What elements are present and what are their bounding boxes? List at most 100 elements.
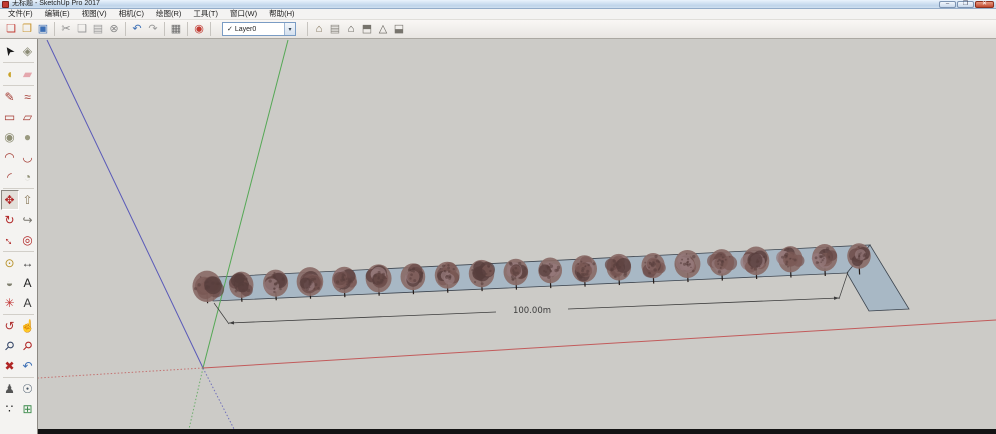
- right-view-button[interactable]: ⬒: [359, 21, 375, 37]
- chevron-down-icon[interactable]: ▾: [284, 23, 295, 35]
- erase-button[interactable]: ⊗: [106, 21, 122, 37]
- layer-dropdown[interactable]: ✓Layer0▾: [222, 22, 296, 36]
- check-icon: ✓: [223, 25, 235, 33]
- follow-me-tool[interactable]: ↪: [19, 210, 37, 230]
- front-view-icon: ⌂: [348, 22, 355, 36]
- dimension-witness-left: [214, 303, 229, 324]
- polygon-tool[interactable]: ●: [19, 127, 37, 147]
- model-info-button[interactable]: ◉: [191, 21, 207, 37]
- two-point-arc-tool[interactable]: ◡: [19, 147, 37, 167]
- orbit-tool[interactable]: ↺: [1, 316, 19, 336]
- follow-me-icon: ↪: [22, 212, 32, 228]
- rotated-rectangle-icon: ▱: [23, 109, 32, 125]
- palette-separator: [3, 251, 34, 252]
- undo-button[interactable]: ↶: [129, 21, 145, 37]
- make-component-tool[interactable]: ◈: [19, 41, 37, 61]
- menu-item-1[interactable]: 编辑(E): [39, 9, 76, 19]
- palette-separator: [3, 85, 34, 86]
- freehand-icon: ≈: [24, 89, 31, 105]
- window-title: 无标题 - SketchUp Pro 2017: [12, 0, 100, 8]
- three-point-arc-tool[interactable]: ◜: [1, 167, 19, 187]
- pan-tool[interactable]: ☝: [19, 316, 37, 336]
- move-tool[interactable]: ✥: [1, 190, 19, 210]
- zoom-window-icon: ⚲: [19, 337, 37, 355]
- dimension-line-left: [229, 312, 496, 323]
- rectangle-tool[interactable]: ▭: [1, 107, 19, 127]
- menu-item-6[interactable]: 窗口(W): [224, 9, 263, 19]
- circle-tool[interactable]: ◉: [1, 127, 19, 147]
- scale-tool[interactable]: ↔: [1, 230, 19, 250]
- print-button[interactable]: ▦: [168, 21, 184, 37]
- dimension-tool[interactable]: ↔: [19, 253, 37, 273]
- zoom-icon: ⚲: [1, 337, 19, 355]
- left-view-button[interactable]: ⬓: [391, 21, 407, 37]
- close-button[interactable]: ✕: [975, 1, 994, 8]
- green-axis: [203, 40, 288, 368]
- top-view-icon: ▤: [330, 22, 340, 36]
- scale-icon: ↔: [0, 230, 19, 250]
- paint-bucket-icon: ◖: [6, 66, 13, 82]
- menu-item-5[interactable]: 工具(T): [187, 9, 224, 19]
- text-tool[interactable]: A: [19, 273, 37, 293]
- eraser-icon: ▰: [23, 66, 32, 82]
- menu-item-3[interactable]: 相机(C): [113, 9, 150, 19]
- look-around-tool[interactable]: ☉: [19, 379, 37, 399]
- walk-tool[interactable]: ∵: [1, 399, 19, 419]
- three-d-text-tool[interactable]: A: [19, 293, 37, 313]
- rotate-tool[interactable]: ↻: [1, 210, 19, 230]
- model-viewport[interactable]: 100.00m: [38, 39, 996, 429]
- paste-button[interactable]: ▤: [90, 21, 106, 37]
- zoom-tool[interactable]: ⚲: [1, 336, 19, 356]
- redo-button[interactable]: ↷: [145, 21, 161, 37]
- cut-button[interactable]: ✂: [58, 21, 74, 37]
- open-button[interactable]: ❐: [19, 21, 35, 37]
- sketchup-window: 无标题 - SketchUp Pro 2017 – ❐ ✕ 文件(F)编辑(E)…: [0, 0, 996, 434]
- arc-tool[interactable]: ◠: [1, 147, 19, 167]
- push-pull-tool[interactable]: ⇧: [19, 190, 37, 210]
- red-axis-dotted: [38, 368, 203, 378]
- menu-item-4[interactable]: 绘图(R): [150, 9, 187, 19]
- menu-item-7[interactable]: 帮助(H): [263, 9, 300, 19]
- position-camera-tool[interactable]: ♟: [1, 379, 19, 399]
- menu-item-2[interactable]: 视图(V): [76, 9, 113, 19]
- rotated-rectangle-tool[interactable]: ▱: [19, 107, 37, 127]
- two-point-arc-icon: ◡: [22, 149, 32, 165]
- save-button[interactable]: ▣: [35, 21, 51, 37]
- right-view-icon: ⬒: [362, 22, 372, 36]
- dimension-witness-right: [839, 272, 848, 299]
- pan-icon: ☝: [20, 318, 35, 334]
- top-view-button[interactable]: ▤: [327, 21, 343, 37]
- select-tool[interactable]: ➤: [1, 41, 19, 61]
- tape-measure-tool[interactable]: ⊙: [1, 253, 19, 273]
- front-view-button[interactable]: ⌂: [343, 21, 359, 37]
- iso-view-button[interactable]: ⌂: [311, 21, 327, 37]
- section-plane-tool[interactable]: ⊞: [19, 399, 37, 419]
- left-view-icon: ⬓: [394, 22, 404, 36]
- line-tool[interactable]: ✎: [1, 87, 19, 107]
- dimension-line-right: [568, 298, 839, 309]
- new-button[interactable]: ❏: [3, 21, 19, 37]
- section-plane-icon: ⊞: [22, 401, 32, 417]
- copy-button[interactable]: ❑: [74, 21, 90, 37]
- zoom-window-tool[interactable]: ⚲: [19, 336, 37, 356]
- pie-tool[interactable]: ◔: [19, 167, 37, 187]
- eraser-tool[interactable]: ▰: [19, 64, 37, 84]
- pie-icon: ◔: [24, 169, 31, 185]
- rectangle-icon: ▭: [4, 109, 15, 125]
- arc-icon: ◠: [4, 149, 14, 165]
- zoom-extents-tool[interactable]: ✖: [1, 356, 19, 376]
- main-toolbar: ❏❐▣✂❑▤⊗↶↷▦◉✓Layer0▾⌂▤⌂⬒△⬓: [0, 20, 996, 39]
- offset-tool[interactable]: ◎: [19, 230, 37, 250]
- freehand-tool[interactable]: ≈: [19, 87, 37, 107]
- protractor-tool[interactable]: ◒: [1, 273, 19, 293]
- back-view-button[interactable]: △: [375, 21, 391, 37]
- axes-tool[interactable]: ✳: [1, 293, 19, 313]
- previous-tool[interactable]: ↶: [19, 356, 37, 376]
- maximize-button[interactable]: ❐: [957, 1, 974, 8]
- paint-bucket-tool[interactable]: ◖: [1, 64, 19, 84]
- toolbar-separator: [210, 22, 211, 36]
- copy-icon: ❑: [77, 22, 87, 36]
- menu-item-0[interactable]: 文件(F): [2, 9, 39, 19]
- minimize-button[interactable]: –: [939, 1, 956, 8]
- tape-measure-icon: ⊙: [4, 255, 14, 271]
